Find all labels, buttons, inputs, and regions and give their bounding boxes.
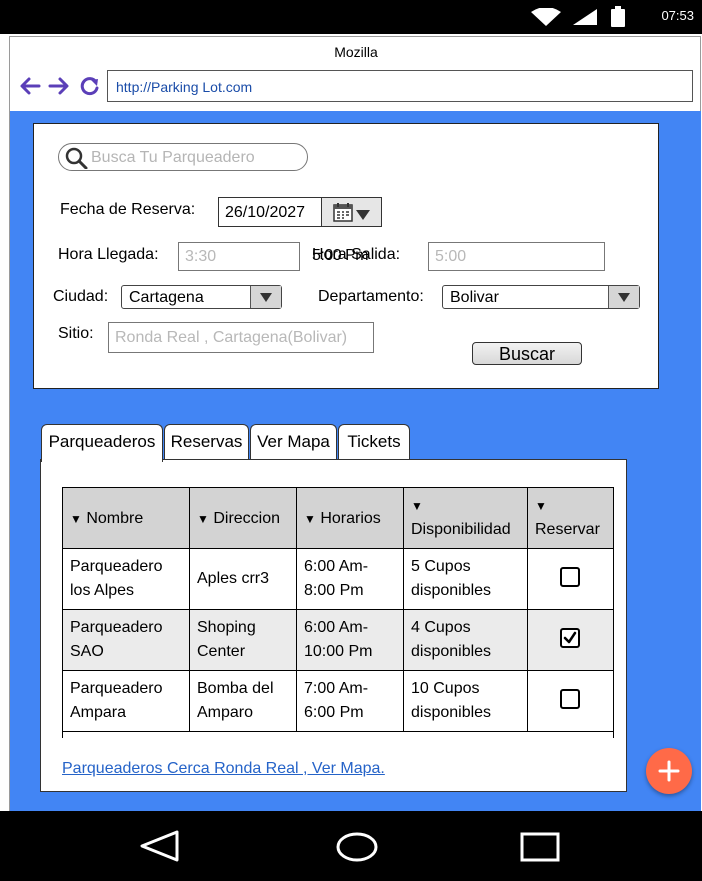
- tab-tickets[interactable]: Tickets: [338, 424, 410, 460]
- header-direccion[interactable]: ▼ Direccion: [189, 487, 297, 549]
- search-input[interactable]: [89, 147, 303, 169]
- url-bar[interactable]: http://Parking Lot.com: [107, 70, 693, 102]
- header-horarios[interactable]: ▼ Horarios: [296, 487, 404, 549]
- ciudad-select[interactable]: Cartagena: [121, 285, 282, 309]
- sort-icon: ▼: [304, 512, 316, 526]
- table-row: Parqueadero SAO Shoping Center 6:00 Am- 10:…: [62, 609, 614, 671]
- reservar-checkbox[interactable]: [560, 567, 580, 587]
- header-label: Horarios: [320, 510, 381, 527]
- header-nombre[interactable]: ▼ Nombre: [62, 487, 190, 549]
- table-row: Parqueadero Ampara Bomba del Amparo 7:00 A…: [62, 670, 614, 732]
- sitio-input[interactable]: [108, 322, 374, 353]
- buscar-button[interactable]: Buscar: [472, 342, 582, 365]
- add-fab-button[interactable]: [646, 748, 692, 794]
- search-box[interactable]: [58, 143, 308, 171]
- tab-parqueaderos[interactable]: Parqueaderos: [41, 424, 163, 462]
- fecha-label: Fecha de Reserva:: [60, 201, 196, 218]
- cell-horarios: 6:00 Am- 8:00 Pm: [296, 548, 404, 610]
- cell-direccion: Bomba del Amparo: [189, 670, 297, 732]
- status-bar: 07:53: [0, 0, 702, 34]
- tab-reservas[interactable]: Reservas: [164, 424, 249, 460]
- battery-icon: [610, 6, 626, 33]
- chevron-down-icon: [608, 286, 639, 308]
- hora-salida-overlay-text: 5:00 Pm: [312, 247, 369, 264]
- chevron-down-icon: [250, 286, 281, 308]
- search-icon: [65, 147, 89, 174]
- hora-llegada-label: Hora Llegada:: [58, 246, 159, 263]
- back-arrow-icon[interactable]: [19, 76, 41, 96]
- header-reservar[interactable]: ▼ Reservar: [527, 487, 614, 549]
- cell-nombre: Parqueadero Ampara: [62, 670, 190, 732]
- reservar-checkbox-checked[interactable]: [560, 628, 580, 648]
- android-nav-bar: [0, 811, 702, 881]
- cell-horarios: 6:00 Am- 10:00 Pm: [296, 609, 404, 671]
- home-circle-icon[interactable]: [336, 831, 378, 868]
- cell-reservar: [527, 609, 614, 671]
- plus-icon: [658, 760, 680, 787]
- cell-nombre: Parqueadero los Alpes: [62, 548, 190, 610]
- wifi-icon: [530, 7, 562, 31]
- ciudad-value: Cartagena: [129, 289, 204, 306]
- header-label: Reservar: [535, 521, 600, 538]
- cell-direccion: Shoping Center: [189, 609, 297, 671]
- header-disponibilidad[interactable]: ▼ Disponibilidad: [403, 487, 528, 549]
- table-header: ▼ Nombre ▼ Direccion ▼ Horarios ▼ Disponi…: [62, 487, 614, 549]
- departamento-value: Bolivar: [450, 289, 499, 306]
- calendar-icon: [333, 202, 353, 227]
- header-label: Disponibilidad: [411, 521, 511, 538]
- sitio-label: Sitio:: [58, 325, 94, 342]
- cell-disponibilidad: 10 Cupos disponibles: [403, 670, 528, 732]
- cell-disponibilidad: 5 Cupos disponibles: [403, 548, 528, 610]
- parqueaderos-table: ▼ Nombre ▼ Direccion ▼ Horarios ▼ Disponi…: [62, 487, 614, 738]
- back-triangle-icon[interactable]: [138, 829, 180, 868]
- tab-ver-mapa[interactable]: Ver Mapa: [250, 424, 337, 460]
- sort-icon: ▼: [411, 499, 423, 513]
- status-time: 07:53: [661, 8, 694, 23]
- recents-square-icon[interactable]: [520, 832, 560, 867]
- header-label: Direccion: [213, 510, 281, 527]
- table-row: Parqueadero los Alpes Aples crr3 6:00 Am-…: [62, 548, 614, 610]
- checkmark-icon: [563, 631, 577, 644]
- cell-reservar: [527, 670, 614, 732]
- date-picker-button[interactable]: [321, 198, 381, 226]
- reload-icon[interactable]: [79, 76, 101, 96]
- date-picker[interactable]: 26/10/2027: [218, 197, 382, 227]
- sort-icon: ▼: [70, 512, 82, 526]
- date-value: 26/10/2027: [225, 204, 306, 221]
- chevron-down-icon: [356, 207, 370, 225]
- sort-icon: ▼: [535, 499, 547, 513]
- cell-direccion: Aples crr3: [189, 548, 297, 610]
- header-label: Nombre: [86, 510, 144, 527]
- ciudad-label: Ciudad:: [53, 288, 109, 305]
- sort-icon: ▼: [197, 512, 209, 526]
- table-scroll-edge: [62, 731, 614, 738]
- cell-horarios: 7:00 Am- 6:00 Pm: [296, 670, 404, 732]
- browser-title: Mozilla: [334, 44, 378, 60]
- cell-nombre: Parqueadero SAO: [62, 609, 190, 671]
- reservar-checkbox[interactable]: [560, 689, 580, 709]
- forward-arrow-icon[interactable]: [48, 76, 70, 96]
- departamento-select[interactable]: Bolivar: [442, 285, 640, 309]
- hora-salida-input[interactable]: [428, 242, 605, 271]
- cell-disponibilidad: 4 Cupos disponibles: [403, 609, 528, 671]
- ver-mapa-link[interactable]: Parqueaderos Cerca Ronda Real , Ver Mapa…: [62, 760, 385, 778]
- departamento-label: Departamento:: [318, 288, 424, 305]
- signal-icon: [572, 8, 598, 31]
- hora-llegada-input[interactable]: [178, 242, 300, 271]
- cell-reservar: [527, 548, 614, 610]
